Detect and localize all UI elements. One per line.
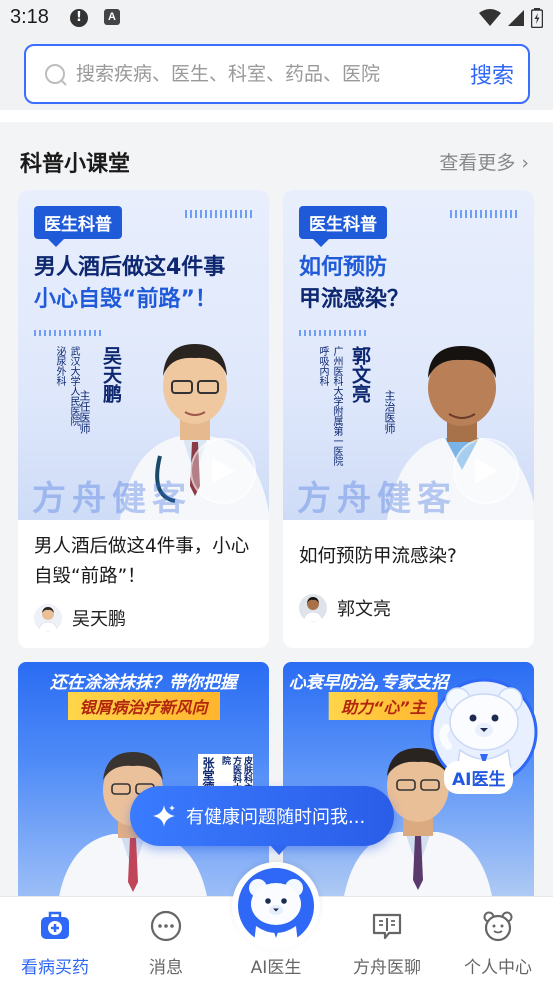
department-vertical: 呼吸内科 <box>317 346 328 386</box>
status-bar: 3:18 ! A <box>0 0 553 36</box>
play-button[interactable] <box>190 438 256 504</box>
tab-label: 消息 <box>149 958 183 978</box>
ai-doctor-float-label: AI医生 <box>444 761 514 794</box>
banner-subheadline: 银屑病治疗新风向 <box>67 692 220 720</box>
stripes-decoration <box>185 210 253 218</box>
search-box[interactable]: 搜索 <box>24 44 530 104</box>
avatar <box>299 594 327 622</box>
video-card[interactable]: 医生科普 如何预防 甲流感染？ 郭文亮 主治医师 广州医科大学附属第一医院 呼吸… <box>283 190 534 648</box>
status-time: 3:18 <box>10 6 49 28</box>
thumbnail-headline-highlight: 小心自毁“前路”！ <box>34 287 217 312</box>
tab-messages[interactable]: 消息 <box>116 897 216 984</box>
status-indicators <box>479 8 543 28</box>
hospital-vertical: 武汉大学人民医院 <box>68 346 79 426</box>
banner-header: 还在涂涂抹抹？带你把握 银屑病治疗新风向 <box>18 662 269 742</box>
tab-profile[interactable]: 个人中心 <box>448 897 548 984</box>
tab-label: AI医生 <box>250 958 302 978</box>
card-title: 如何预防甲流感染? <box>299 546 457 567</box>
video-thumbnail[interactable]: 医生科普 如何预防 甲流感染？ 郭文亮 主治医师 广州医科大学附属第一医院 呼吸… <box>283 190 534 520</box>
search-input[interactable] <box>76 52 456 96</box>
search-button[interactable]: 搜索 <box>470 58 514 90</box>
doctor-science-tag: 医生科普 <box>299 206 387 247</box>
view-more-link[interactable]: 查看更多 › <box>439 148 529 175</box>
battery-icon <box>531 8 543 28</box>
divider-strip <box>0 110 553 122</box>
banner-headline: 还在涂涂抹抹？带你把握 <box>50 673 237 693</box>
sparkle-icon <box>153 805 175 827</box>
department-vertical: 泌尿外科 <box>54 346 65 386</box>
video-card-banner[interactable]: 还在涂涂抹抹？带你把握 银屑病治疗新风向 张堂德 教授 皮肤科主任医师 南方医科… <box>18 662 269 896</box>
ai-ask-prompt[interactable]: 有健康问题随时问我... <box>130 786 394 855</box>
hospital-vertical: 广州医科大学附属第一医院 <box>331 346 342 466</box>
section-title: 科普小课堂 <box>20 152 131 177</box>
stripes-decoration <box>34 330 102 336</box>
avatar <box>34 604 62 632</box>
tab-home[interactable]: 看病买药 <box>5 897 105 984</box>
notification-icon: A <box>104 9 120 25</box>
view-more-label: 查看更多 <box>439 152 516 174</box>
brand-watermark: 方舟健客 <box>297 479 457 519</box>
search-icon <box>45 64 67 86</box>
thumbnail-headline: 男人酒后做这4件事 <box>34 255 226 280</box>
chevron-right-icon: › <box>521 152 529 174</box>
stripes-decoration <box>299 330 367 336</box>
ai-doctor-icon <box>238 868 314 944</box>
search-area: 搜索 <box>0 36 553 110</box>
stripes-decoration <box>450 210 518 218</box>
card-title: 男人酒后做这4件事，小心自毁“前路”！ <box>34 536 250 587</box>
doctor-name-vertical: 郭文亮 <box>349 346 371 403</box>
play-button[interactable] <box>453 438 519 504</box>
brand-watermark: 方舟健客 <box>32 479 192 519</box>
ai-doctor-float-button[interactable]: AI医生 <box>430 676 538 798</box>
doctor-science-tag: 医生科普 <box>34 206 122 247</box>
medkit-icon <box>41 911 69 939</box>
card-author: 郭文亮 <box>299 594 391 622</box>
thumbnail-headline-highlight: 如何预防 <box>299 255 388 280</box>
tab-label: 个人中心 <box>464 958 532 978</box>
wifi-icon <box>479 9 501 26</box>
author-name: 吴天鹏 <box>72 609 126 630</box>
video-card[interactable]: 医生科普 男人酒后做这4件事 小心自毁“前路”！ 吴天鹏 主任医师 武汉大学人民… <box>18 190 269 648</box>
alert-icon: ! <box>70 9 88 27</box>
ai-doctor-tab-button[interactable] <box>232 862 320 950</box>
chat-book-icon <box>372 913 402 940</box>
banner-subheadline: 助力“心”主 <box>329 692 438 720</box>
tab-label: 方舟医聊 <box>353 958 421 978</box>
card-author: 吴天鹏 <box>34 604 126 632</box>
bear-face-icon <box>483 911 513 942</box>
video-thumbnail[interactable]: 医生科普 男人酒后做这4件事 小心自毁“前路”！ 吴天鹏 主任医师 武汉大学人民… <box>18 190 269 520</box>
play-icon <box>212 458 235 484</box>
signal-icon <box>508 10 524 26</box>
ai-prompt-text: 有健康问题随时问我... <box>186 807 366 828</box>
tab-label: 看病买药 <box>21 958 89 978</box>
author-name: 郭文亮 <box>337 599 391 620</box>
thumbnail-headline: 甲流感染？ <box>299 287 410 312</box>
play-icon <box>475 458 498 484</box>
message-icon <box>150 910 182 942</box>
tab-fangzhou-chat[interactable]: 方舟医聊 <box>337 897 437 984</box>
